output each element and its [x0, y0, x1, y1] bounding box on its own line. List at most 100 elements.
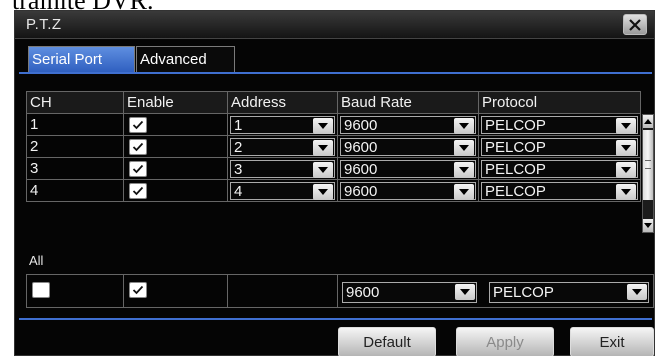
scroll-thumb[interactable]	[643, 130, 653, 200]
baud-rate-value: 9600	[344, 183, 378, 200]
default-button[interactable]: Default	[338, 327, 436, 356]
address-dropdown[interactable]: 2	[230, 138, 335, 156]
protocol-cell: PELCOP	[478, 135, 641, 158]
select-all-checkbox[interactable]	[32, 282, 50, 298]
all-protocol-cell: PELCOP	[483, 275, 653, 307]
scroll-down-icon[interactable]	[643, 219, 653, 232]
protocol-value: PELCOP	[485, 139, 546, 156]
channel-number: 2	[26, 135, 124, 158]
enable-cell	[123, 135, 228, 158]
apply-button[interactable]: Apply	[456, 327, 554, 356]
chevron-down-icon	[313, 140, 333, 156]
enable-checkbox[interactable]	[129, 183, 147, 199]
title-bar: P.T.Z	[15, 11, 654, 39]
address-dropdown[interactable]: 1	[230, 116, 335, 134]
tab-serial-port[interactable]: Serial Port	[28, 46, 135, 72]
address-cell: 1	[227, 113, 338, 136]
address-value: 1	[234, 117, 243, 134]
protocol-cell: PELCOP	[478, 157, 641, 180]
protocol-dropdown[interactable]: PELCOP	[481, 138, 638, 156]
baud-rate-value: 9600	[344, 161, 378, 178]
baud-rate-cell: 9600	[337, 157, 479, 180]
address-cell: 2	[227, 135, 338, 158]
protocol-dropdown[interactable]: PELCOP	[481, 160, 638, 178]
protocol-dropdown[interactable]: PELCOP	[481, 182, 638, 200]
footer-divider	[19, 318, 652, 320]
checkmark-icon	[132, 120, 144, 130]
chevron-down-icon	[454, 162, 474, 178]
baud-rate-cell: 9600	[337, 113, 479, 136]
address-dropdown[interactable]: 3	[230, 160, 335, 178]
ptz-channel-table: CH Enable Address Baud Rate Protocol 1 1	[26, 91, 641, 202]
all-baud-rate-cell: 9600	[338, 275, 483, 307]
chevron-down-icon	[616, 118, 636, 134]
chevron-down-icon	[313, 118, 333, 134]
column-header-address: Address	[227, 91, 338, 114]
table-scrollbar[interactable]	[642, 114, 654, 233]
address-dropdown[interactable]: 4	[230, 182, 335, 200]
enable-checkbox[interactable]	[129, 161, 147, 177]
column-header-enable: Enable	[123, 91, 228, 114]
baud-rate-cell: 9600	[337, 135, 479, 158]
all-protocol-dropdown[interactable]: PELCOP	[489, 282, 649, 303]
enable-checkbox[interactable]	[129, 117, 147, 133]
chevron-down-icon	[313, 162, 333, 178]
enable-checkbox[interactable]	[129, 139, 147, 155]
tab-divider	[19, 72, 652, 74]
column-header-protocol: Protocol	[478, 91, 641, 114]
exit-button[interactable]: Exit	[570, 327, 654, 356]
close-button[interactable]	[623, 14, 647, 35]
baud-rate-dropdown[interactable]: 9600	[340, 182, 476, 200]
protocol-value: PELCOP	[493, 284, 554, 301]
close-x-icon	[629, 18, 641, 31]
chevron-down-icon	[616, 162, 636, 178]
chevron-down-icon	[454, 140, 474, 156]
enable-cell	[123, 179, 228, 202]
chevron-down-icon	[313, 184, 333, 200]
address-cell: 4	[227, 179, 338, 202]
channel-number: 4	[26, 179, 124, 202]
enable-cell	[123, 157, 228, 180]
checkmark-icon	[132, 186, 144, 196]
address-cell: 3	[227, 157, 338, 180]
baud-rate-value: 9600	[344, 117, 378, 134]
checkmark-icon	[132, 142, 144, 152]
all-address-cell	[228, 275, 338, 307]
all-enable-checkbox[interactable]	[129, 282, 147, 298]
baud-rate-dropdown[interactable]: 9600	[340, 138, 476, 156]
table-row: 2 2 9600 PELCOP	[26, 135, 641, 158]
checkmark-icon	[132, 164, 144, 174]
protocol-cell: PELCOP	[478, 113, 641, 136]
all-section-label: All	[29, 253, 44, 268]
address-value: 3	[234, 161, 243, 178]
protocol-dropdown[interactable]: PELCOP	[481, 116, 638, 134]
address-value: 2	[234, 139, 243, 156]
chevron-down-icon	[616, 184, 636, 200]
table-row: 4 4 9600 PELCOP	[26, 179, 641, 202]
chevron-down-icon	[454, 184, 474, 200]
column-header-baud-rate: Baud Rate	[337, 91, 479, 114]
address-value: 4	[234, 183, 243, 200]
channel-number: 3	[26, 157, 124, 180]
baud-rate-value: 9600	[344, 139, 378, 156]
table-row: 1 1 9600 PELCOP	[26, 113, 641, 136]
chevron-down-icon	[455, 284, 475, 300]
chevron-down-icon	[616, 140, 636, 156]
column-header-ch: CH	[26, 91, 124, 114]
chevron-down-icon	[627, 284, 647, 300]
baud-rate-dropdown[interactable]: 9600	[340, 160, 476, 178]
tab-advanced[interactable]: Advanced	[136, 46, 235, 72]
chevron-down-icon	[454, 118, 474, 134]
ptz-dialog: P.T.Z Serial Port Advanced CH Enable Add…	[14, 10, 655, 356]
baud-rate-dropdown[interactable]: 9600	[340, 116, 476, 134]
all-baud-rate-dropdown[interactable]: 9600	[342, 282, 477, 303]
protocol-cell: PELCOP	[478, 179, 641, 202]
baud-rate-cell: 9600	[337, 179, 479, 202]
channel-number: 1	[26, 113, 124, 136]
select-all-cell	[27, 275, 124, 307]
scroll-up-icon[interactable]	[643, 115, 653, 128]
protocol-value: PELCOP	[485, 161, 546, 178]
table-header-row: CH Enable Address Baud Rate Protocol	[26, 91, 641, 114]
baud-rate-value: 9600	[346, 284, 380, 301]
all-channels-row: 9600 PELCOP	[26, 274, 654, 308]
